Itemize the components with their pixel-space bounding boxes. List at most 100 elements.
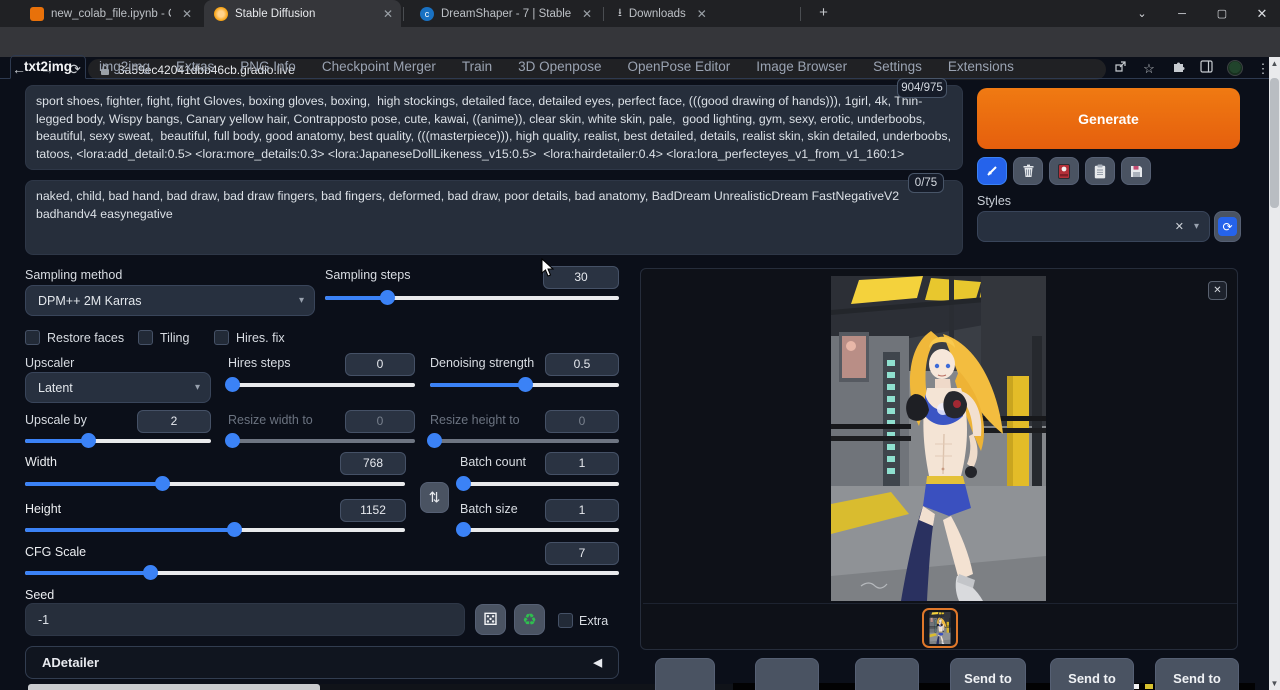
window-minimize-button[interactable]: ─ (1162, 0, 1202, 27)
browser-tab-colab[interactable]: new_colab_file.ipynb - Colaborat ✕ (20, 0, 200, 27)
gallery-thumbnail-selected[interactable] (922, 608, 958, 648)
tab-close-icon[interactable]: ✕ (582, 7, 592, 21)
civitai-icon: c (420, 7, 434, 21)
styles-dropdown[interactable]: ✕ ▾ (977, 211, 1210, 242)
upscaler-dropdown[interactable]: Latent ▾ (25, 372, 211, 403)
scroll-up-arrow[interactable]: ▲ (1269, 57, 1280, 70)
upscale-by-label: Upscale by (25, 413, 87, 427)
cfg-scale-value[interactable]: 7 (545, 542, 619, 565)
webui-tab-bar: txt2img img2img Extras PNG Info Checkpoi… (0, 57, 1269, 79)
cfg-scale-label: CFG Scale (25, 545, 86, 559)
height-label: Height (25, 502, 61, 516)
batch-count-value[interactable]: 1 (545, 452, 619, 475)
seed-extra-checkbox[interactable] (558, 613, 573, 628)
tab-train[interactable]: Train (449, 56, 505, 78)
prompt-input[interactable]: sport shoes, fighter, fight, fight Glove… (25, 85, 963, 170)
width-value[interactable]: 768 (340, 452, 406, 475)
gradio-icon (214, 7, 228, 21)
hires-steps-value[interactable]: 0 (345, 353, 415, 376)
hires-steps-label: Hires steps (228, 356, 291, 370)
seed-input[interactable] (25, 603, 465, 636)
clear-styles-icon[interactable]: ✕ (1175, 220, 1184, 233)
apply-styles-button[interactable] (1085, 157, 1115, 185)
window-close-button[interactable]: ✕ (1242, 0, 1280, 27)
send-to-inpaint-button[interactable]: Send to (1050, 658, 1134, 690)
upscale-by-value[interactable]: 2 (137, 410, 211, 433)
browser-tab-downloads[interactable]: ⭳ Downloads ✕ (608, 0, 798, 27)
hires-steps-slider[interactable] (228, 377, 415, 392)
upscaler-value: Latent (38, 381, 73, 395)
save-button[interactable] (655, 658, 715, 690)
negative-token-counter: 0/75 (908, 173, 944, 193)
chevron-down-icon: ▾ (299, 295, 304, 306)
upscale-by-slider[interactable] (25, 433, 211, 448)
adetailer-accordion[interactable]: ADetailer ◀ (25, 646, 619, 679)
send-to-img2img-button[interactable]: Send to (950, 658, 1026, 690)
colab-icon (30, 7, 44, 21)
hires-fix-label: Hires. fix (236, 331, 285, 345)
negative-prompt-input[interactable]: naked, child, bad hand, bad draw, bad dr… (25, 180, 963, 255)
restore-faces-checkbox[interactable] (25, 330, 40, 345)
seed-extra-label: Extra (579, 614, 608, 628)
reuse-seed-button[interactable]: ♻ (514, 604, 545, 635)
height-value[interactable]: 1152 (340, 499, 406, 522)
tab-checkpoint-merger[interactable]: Checkpoint Merger (309, 56, 449, 78)
tiling-checkbox[interactable] (138, 330, 153, 345)
sampling-steps-slider[interactable] (325, 290, 619, 305)
tab-image-browser[interactable]: Image Browser (743, 56, 860, 78)
refresh-styles-button[interactable]: ⟳ (1214, 211, 1241, 242)
new-tab-button[interactable]: + (815, 5, 832, 22)
batch-count-slider[interactable] (460, 476, 619, 491)
random-seed-button[interactable]: ⚄ (475, 604, 506, 635)
refresh-icon: ⟳ (1218, 217, 1237, 236)
denoising-value[interactable]: 0.5 (545, 353, 619, 376)
tab-txt2img[interactable]: txt2img (10, 55, 86, 79)
floppy-save-icon (1130, 165, 1143, 178)
output-gallery-panel: ✕ (640, 268, 1238, 650)
batch-size-slider[interactable] (460, 522, 619, 537)
tab-png-info[interactable]: PNG Info (227, 56, 309, 78)
tab-openpose-editor[interactable]: OpenPose Editor (614, 56, 743, 78)
resize-width-value: 0 (345, 410, 415, 433)
action-button[interactable] (855, 658, 919, 690)
browser-tab-stable-diffusion[interactable]: Stable Diffusion ✕ (204, 0, 401, 27)
generated-image[interactable] (831, 276, 1046, 601)
resize-width-label: Resize width to (228, 413, 313, 427)
paste-params-button[interactable] (977, 157, 1007, 185)
cfg-scale-slider[interactable] (25, 565, 619, 580)
hires-fix-checkbox[interactable] (214, 330, 229, 345)
browser-tab-title: DreamShaper - 7 | Stable Diffusio (441, 8, 571, 20)
width-slider[interactable] (25, 476, 405, 491)
tab-search-chevron-icon[interactable]: ⌄ (1122, 0, 1162, 27)
clear-prompt-button[interactable] (1013, 157, 1043, 185)
mouse-cursor (541, 258, 555, 278)
resize-height-slider (430, 433, 619, 448)
extra-networks-button[interactable] (1049, 157, 1079, 185)
tab-extensions[interactable]: Extensions (935, 56, 1027, 78)
tab-close-icon[interactable]: ✕ (182, 7, 192, 21)
tab-extras[interactable]: Extras (163, 56, 227, 78)
page-scrollbar-thumb[interactable] (1270, 78, 1279, 208)
zip-button[interactable] (755, 658, 819, 690)
width-label: Width (25, 455, 57, 469)
swap-icon: ⇅ (429, 489, 441, 506)
height-slider[interactable] (25, 522, 405, 537)
close-preview-button[interactable]: ✕ (1208, 281, 1227, 300)
generate-button[interactable]: Generate (977, 88, 1240, 149)
tab-close-icon[interactable]: ✕ (697, 7, 707, 21)
sampling-method-dropdown[interactable]: DPM++ 2M Karras ▾ (25, 285, 315, 316)
save-style-button[interactable] (1121, 157, 1151, 185)
denoising-slider[interactable] (430, 377, 619, 392)
resize-height-value: 0 (545, 410, 619, 433)
tab-settings[interactable]: Settings (860, 56, 935, 78)
sampling-method-label: Sampling method (25, 268, 122, 282)
tab-3d-openpose[interactable]: 3D Openpose (505, 56, 614, 78)
tab-close-icon[interactable]: ✕ (383, 7, 393, 21)
swap-dimensions-button[interactable]: ⇅ (420, 482, 449, 513)
batch-size-value[interactable]: 1 (545, 499, 619, 522)
scroll-down-arrow[interactable]: ▼ (1269, 677, 1280, 690)
tab-img2img[interactable]: img2img (86, 56, 163, 78)
browser-tab-dreamshaper[interactable]: c DreamShaper - 7 | Stable Diffusio ✕ (410, 0, 600, 27)
window-maximize-button[interactable]: ▢ (1202, 0, 1242, 27)
send-to-extras-button[interactable]: Send to (1155, 658, 1239, 690)
